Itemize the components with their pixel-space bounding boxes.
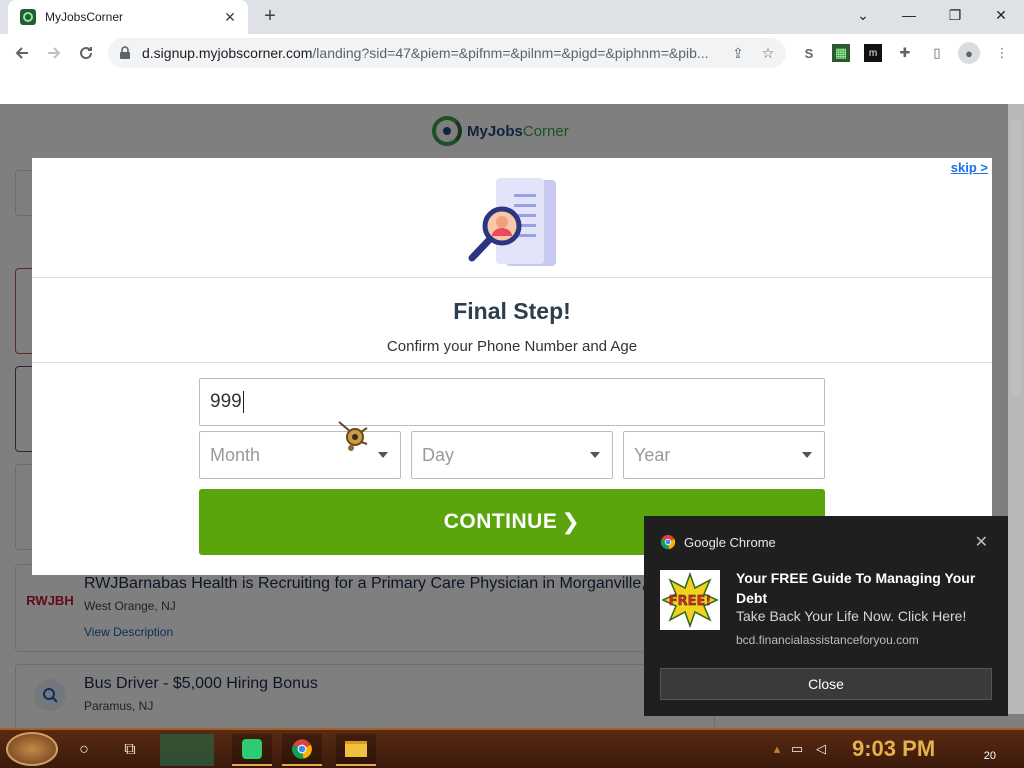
subtitle-divider [32, 362, 992, 363]
close-icon[interactable]: ✕ [975, 532, 988, 552]
close-window-button[interactable]: ✕ [978, 0, 1024, 30]
taskbar-blank-area [160, 734, 214, 766]
side-panel-icon[interactable]: ▯ [928, 44, 946, 62]
extensions-puzzle-icon[interactable]: ✚ [896, 44, 914, 62]
share-icon[interactable]: ⇪ [730, 45, 746, 61]
reload-button[interactable] [72, 39, 100, 67]
notification-body: Take Back Your Life Now. Click Here! [736, 608, 967, 624]
notification-close-button[interactable]: Close [660, 668, 992, 700]
tab-myjobscorner[interactable]: MyJobsCorner ✕ [8, 0, 248, 34]
year-placeholder: Year [634, 444, 671, 465]
modal-title: Final Step! [453, 298, 571, 324]
browser-toolbar: d.signup.myjobscorner.com/landing?sid=47… [0, 34, 1024, 72]
site-favicon-icon [20, 9, 36, 25]
text-caret [242, 391, 244, 413]
url-text: d.signup.myjobscorner.com/landing?sid=47… [142, 45, 709, 61]
network-icon[interactable]: ▭ [788, 740, 806, 758]
free-starburst-icon: FREE! [662, 572, 718, 628]
back-button[interactable] [8, 39, 36, 67]
lock-icon [118, 46, 132, 60]
page-scrollbar[interactable] [1008, 104, 1024, 714]
chrome-logo-icon [660, 535, 676, 550]
cortana-circle-icon[interactable]: ○ [70, 736, 98, 764]
taskbar-app-notes[interactable] [232, 734, 272, 766]
extension-s-icon[interactable]: S [800, 44, 818, 62]
taskbar: ○ ⧉ ▴ ▭ ◁ 9:03 PM 20 [0, 728, 1024, 768]
tab-search-button[interactable]: ⌄ [840, 0, 886, 30]
new-tab-button[interactable]: + [258, 6, 282, 28]
tray-show-hidden-icon[interactable]: ▴ [768, 740, 786, 758]
year-select[interactable]: Year [623, 431, 825, 479]
maximize-button[interactable]: ❐ [932, 0, 978, 30]
volume-muted-icon[interactable]: ◁ [812, 740, 830, 758]
taskbar-app-explorer[interactable] [336, 734, 376, 766]
bookmark-star-icon[interactable]: ☆ [760, 45, 776, 61]
chrome-logo-icon [292, 739, 312, 759]
menu-kebab-icon[interactable]: ⋮ [993, 44, 1011, 62]
profile-avatar-icon[interactable]: ● [958, 42, 980, 64]
forward-button[interactable] [40, 39, 68, 67]
chevron-right-icon: ❯ [561, 509, 581, 534]
signup-modal: skip > Final Step! Confirm your Phone Nu… [32, 158, 992, 575]
continue-label: CONTINUE [443, 510, 558, 533]
phone-input-value: 999 [210, 391, 242, 412]
header-divider [32, 277, 992, 278]
minimize-button[interactable]: — [886, 0, 932, 30]
document-search-icon [468, 178, 556, 266]
taskbar-app-chrome[interactable] [282, 734, 322, 766]
chevron-down-icon [590, 452, 600, 458]
skip-link[interactable]: skip > [951, 160, 988, 175]
extension-game-icon[interactable]: ▦ [832, 44, 850, 62]
chevron-down-icon [378, 452, 388, 458]
reload-icon [80, 47, 93, 60]
notification-title: Your FREE Guide To Managing Your Debt [736, 570, 976, 606]
animated-cursor-icon [338, 421, 368, 451]
day-select[interactable]: Day [411, 431, 613, 479]
taskbar-clock[interactable]: 9:03 PM [852, 736, 935, 762]
scrollbar-thumb[interactable] [1011, 118, 1021, 398]
green-notes-icon [242, 739, 262, 759]
start-button[interactable] [6, 732, 58, 766]
folder-icon [345, 741, 367, 757]
address-bar[interactable]: d.signup.myjobscorner.com/landing?sid=47… [108, 38, 786, 68]
task-view-icon[interactable]: ⧉ [116, 736, 144, 764]
chrome-notification[interactable]: Google Chrome ✕ FREE! Your FREE Guide To… [644, 516, 1008, 716]
month-placeholder: Month [210, 444, 261, 465]
forward-arrow-icon [48, 47, 61, 59]
phone-number-input[interactable]: 999 [199, 378, 825, 426]
chevron-down-icon [802, 452, 812, 458]
notification-image: FREE! [660, 570, 720, 630]
back-arrow-icon [15, 47, 28, 59]
tab-strip: MyJobsCorner ✕ + ⌄ — ❐ ✕ [0, 0, 1024, 34]
notification-count: 20 [983, 750, 996, 762]
notification-app-name: Google Chrome [684, 534, 776, 550]
extension-m-icon[interactable]: m [864, 44, 882, 62]
tab-close-icon[interactable]: ✕ [222, 9, 238, 25]
notification-site: bcd.financialassistanceforyou.com [736, 633, 919, 647]
action-center-icon[interactable]: 20 [972, 738, 996, 762]
notification-header: Google Chrome [660, 534, 776, 550]
modal-subtitle: Confirm your Phone Number and Age [386, 338, 638, 355]
day-placeholder: Day [422, 444, 455, 465]
svg-text:FREE!: FREE! [669, 594, 712, 609]
tab-title: MyJobsCorner [45, 10, 124, 24]
